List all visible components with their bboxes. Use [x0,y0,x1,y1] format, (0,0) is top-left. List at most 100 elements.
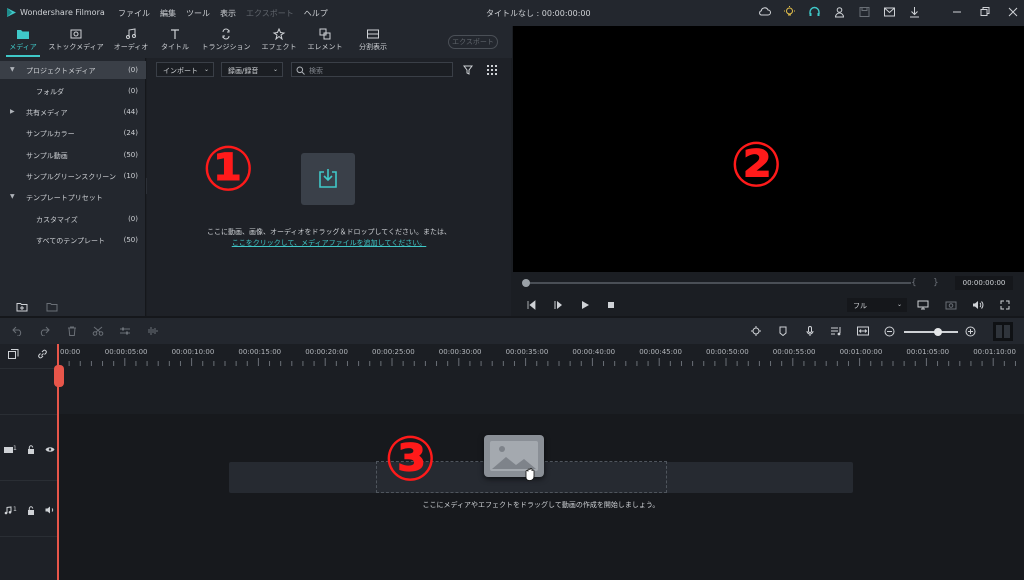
folder-icon[interactable] [46,302,58,312]
minimize-icon[interactable] [952,6,962,18]
mark-out-button[interactable]: } [933,278,939,288]
adjust-icon[interactable] [119,326,131,336]
menu-file[interactable]: ファイル [118,8,150,19]
speaker-icon[interactable] [45,506,55,514]
timeline-ruler[interactable]: 00:00 00:00:05:00 00:00:10:00 00:00:15:00 00… [58,344,1024,368]
account-icon[interactable] [833,6,846,18]
sidebar-item-sample-green-screen[interactable]: サンプルグリーンスクリーン (10) [0,167,146,185]
ruler-label: 00:00 [60,348,81,356]
title-icon [171,29,179,39]
ruler-label: 00:01:00:00 [839,348,883,356]
record-label: 録画/録音 [228,67,259,75]
volume-icon[interactable] [972,300,984,310]
headset-icon[interactable] [808,6,821,18]
zoom-slider[interactable] [904,328,958,336]
expand-arrow-icon[interactable]: ▼ [10,193,15,200]
timeline-hint: ここにメディアやエフェクトをドラッグして動画の作成を開始しましょう。 [422,501,660,509]
cloud-icon[interactable] [758,6,771,18]
sidebar-item-label: すべてのテンプレート [36,237,106,245]
microphone-icon[interactable] [804,326,816,336]
menu-tools[interactable]: ツール [186,8,210,19]
lock-icon[interactable] [27,506,35,515]
close-icon[interactable] [1008,6,1018,18]
stock-icon [70,29,82,39]
sidebar-item-shared-media[interactable]: ▶ 共有メディア (44) [0,103,146,121]
play-icon[interactable] [580,300,590,310]
divider [0,480,57,481]
zoom-slider-knob[interactable] [934,328,942,336]
preview-timecode: 00:00:00:00 [955,276,1013,290]
zoom-in-icon[interactable] [965,326,976,337]
save-icon[interactable] [858,6,871,18]
fullscreen-icon[interactable] [1000,300,1010,310]
undo-icon[interactable] [12,326,24,336]
import-dropdown[interactable]: インポート ⌄ [156,62,214,77]
quality-label: フル [853,302,867,310]
sidebar-item-project-media[interactable]: ▼ プロジェクトメディア (0) [0,61,146,79]
add-track-icon[interactable] [8,349,19,359]
tab-transition[interactable]: トランジション [200,28,252,52]
menu-help[interactable]: ヘルプ [304,8,328,19]
step-forward-icon[interactable] [553,300,563,310]
monitor-icon[interactable] [917,300,929,310]
grid-view-icon[interactable] [487,65,497,75]
zoom-out-icon[interactable] [884,326,895,337]
expand-arrow-icon[interactable]: ▼ [10,66,15,73]
playhead-handle[interactable] [54,365,64,387]
sidebar-item-sample-video[interactable]: サンプル動画 (50) [0,146,146,164]
stop-icon[interactable] [606,300,616,310]
tab-audio[interactable]: オーディオ [112,28,150,52]
sidebar-item-template-presets[interactable]: ▼ テンプレートプリセット [0,188,146,206]
tab-media-label: メディア [9,43,37,51]
app-name: Wondershare Filmora [20,8,105,17]
playback-quality-dropdown[interactable]: フル ⌄ [847,298,907,312]
sidebar-item-folder[interactable]: フォルダ (0) [0,82,146,100]
new-folder-icon[interactable] [16,302,28,312]
cut-icon[interactable] [92,326,104,336]
tab-title[interactable]: タイトル [158,28,192,52]
snapshot-icon[interactable] [945,300,957,310]
audio-wave-icon[interactable] [146,326,158,336]
sidebar-item-customize[interactable]: カスタマイズ (0) [0,210,146,228]
bulb-icon[interactable] [783,6,796,18]
search-input[interactable]: 検索 [291,62,453,77]
fit-timeline-icon[interactable] [857,326,869,336]
mark-in-button[interactable]: { [911,278,917,288]
ruler-label: 00:01:10:00 [973,348,1016,356]
record-dropdown[interactable]: 録画/録音 ⌄ [221,62,283,77]
ruler-label: 00:00:30:00 [438,348,482,356]
menu-view[interactable]: 表示 [220,8,236,19]
export-button[interactable]: エクスポート [448,35,498,49]
import-media-button[interactable] [301,153,355,205]
sidebar-item-sample-color[interactable]: サンプルカラー (24) [0,124,146,142]
tab-element[interactable]: エレメント [306,28,344,52]
sidebar-item-label: プロジェクトメディア [26,67,96,75]
tab-split-screen[interactable]: 分割表示 [354,28,392,52]
render-icon[interactable] [750,326,762,336]
tab-effect[interactable]: エフェクト [260,28,298,52]
download-icon[interactable] [908,6,921,18]
step-back-icon[interactable] [526,300,536,310]
preview-scrubber[interactable] [522,279,911,287]
scrubber-knob[interactable] [522,279,530,287]
redo-icon[interactable] [38,326,50,336]
menu-export[interactable]: エクスポート [246,8,294,19]
expand-arrow-icon[interactable]: ▶ [10,108,15,115]
sidebar-item-all-templates[interactable]: すべてのテンプレート (50) [0,231,146,249]
divider [0,368,57,369]
filter-icon[interactable] [463,65,473,75]
menu-edit[interactable]: 編集 [160,8,176,19]
restore-icon[interactable] [980,6,990,18]
add-media-link[interactable]: ここをクリックして、メディアファイルを追加してください。 [147,238,511,248]
tab-stock-media[interactable]: ストックメディア [48,28,104,52]
marker-icon[interactable] [777,326,789,336]
audio-mixer-icon[interactable] [830,326,842,336]
lock-icon[interactable] [27,445,35,454]
panel-layout-icon[interactable] [993,322,1013,341]
eye-icon[interactable] [45,446,55,453]
delete-icon[interactable] [66,326,78,336]
mail-icon[interactable] [883,6,896,18]
tab-media[interactable]: メディア [4,28,42,57]
link-icon[interactable] [37,349,48,359]
tab-transition-label: トランジション [201,43,251,51]
